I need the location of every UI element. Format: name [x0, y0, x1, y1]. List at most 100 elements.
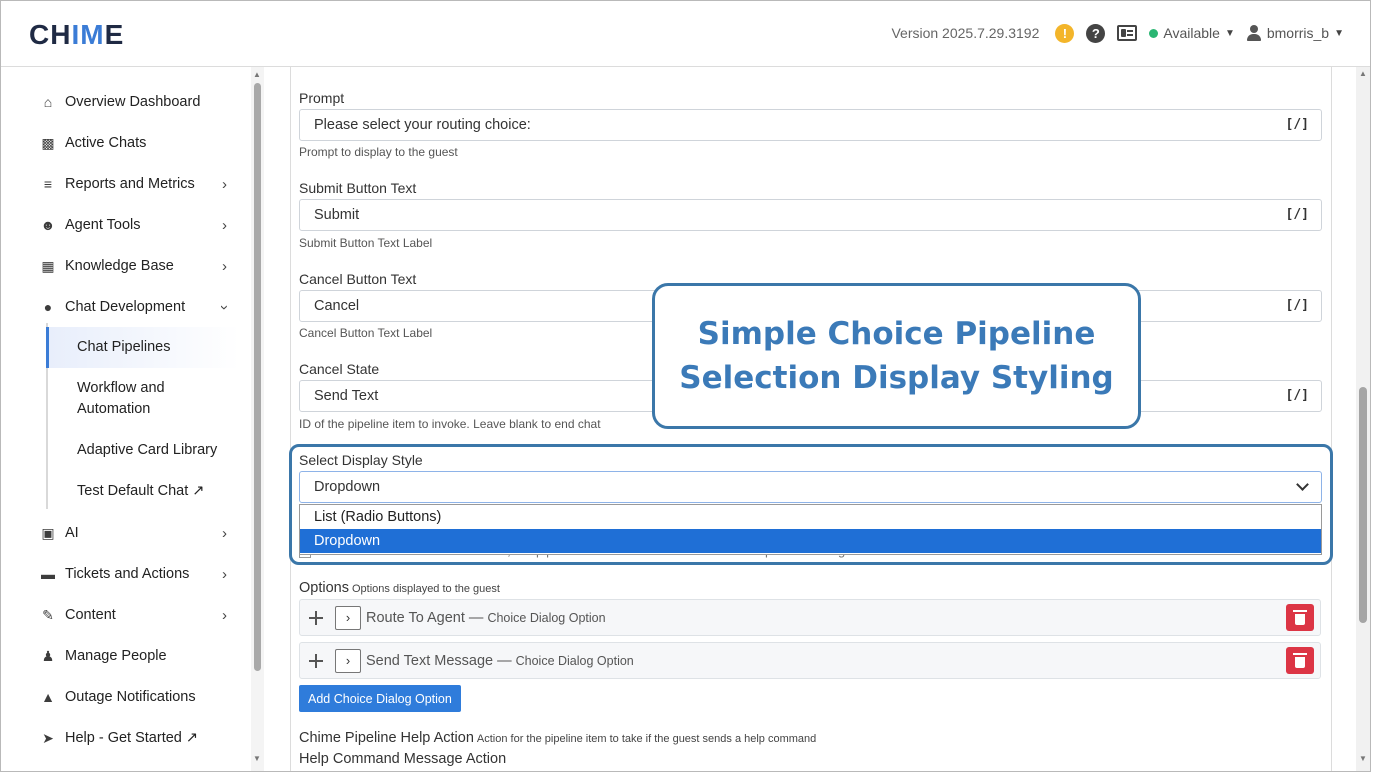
sidebar-item-workflow-automation[interactable]: Workflow and Automation — [77, 378, 237, 420]
chevron-right-icon: › — [222, 217, 227, 234]
sidebar-item-adaptive-card-library[interactable]: Adaptive Card Library — [77, 440, 237, 461]
token-button[interactable]: [/] — [1286, 117, 1309, 132]
sidebar-item-tickets-actions[interactable]: ▬ Tickets and Actions › — [39, 559, 239, 589]
trash-icon — [1293, 609, 1307, 625]
sidebar-item-ai[interactable]: ▣ AI › — [39, 518, 239, 548]
scroll-down-icon[interactable]: ▼ — [1359, 754, 1367, 763]
sidebar-item-label: Outage Notifications — [65, 689, 196, 705]
add-choice-option-button[interactable]: Add Choice Dialog Option — [299, 685, 461, 712]
ticket-icon: ▬ — [41, 566, 55, 582]
submit-input[interactable]: Submit [/] — [299, 199, 1322, 231]
sidebar-item-reports[interactable]: ≡ Reports and Metrics › — [39, 169, 239, 199]
main-scrollbar[interactable]: ▲ ▼ — [1356, 67, 1370, 771]
prompt-help: Prompt to display to the guest — [299, 145, 458, 159]
help-action-help: Action for the pipeline item to take if … — [476, 733, 817, 745]
chevron-right-icon: › — [222, 525, 227, 542]
top-header: CHIME Version 2025.7.29.3192 ! ? Availab… — [1, 1, 1370, 67]
callout-box: Simple Choice Pipeline Selection Display … — [652, 283, 1141, 429]
active-indicator — [46, 327, 49, 368]
sidebar-item-help-get-started[interactable]: ➤ Help - Get Started ↗ — [39, 723, 239, 753]
logo-text: CH — [29, 19, 72, 50]
cancel-state-label: Cancel State — [299, 361, 380, 377]
logo-text-end: E — [104, 19, 125, 50]
sidebar-item-test-default-chat[interactable]: Test Default Chat ↗ — [77, 481, 237, 502]
chart-icon: ≡ — [43, 176, 53, 192]
sidebar-item-manage-people[interactable]: ♟ Manage People — [39, 641, 239, 671]
prompt-input[interactable]: Please select your routing choice: [/] — [299, 109, 1322, 141]
option-subtitle: Choice Dialog Option — [515, 653, 634, 668]
option-subtitle: Choice Dialog Option — [487, 610, 606, 625]
warning-icon[interactable]: ! — [1055, 23, 1075, 43]
scroll-down-icon[interactable]: ▼ — [253, 754, 261, 763]
sidebar-item-overview-dashboard[interactable]: ⌂ Overview Dashboard — [39, 87, 239, 117]
token-button[interactable]: [/] — [1286, 388, 1309, 403]
option-row: › Route To Agent — Choice Dialog Option — [299, 599, 1321, 636]
sidebar-item-label: Content — [65, 607, 116, 623]
highlight-box — [289, 444, 1333, 565]
edit-icon: ✎ — [42, 606, 54, 623]
prompt-value: Please select your routing choice: — [314, 117, 531, 133]
id-card-icon[interactable] — [1117, 25, 1138, 41]
availability-dropdown[interactable]: Available ▼ — [1149, 25, 1235, 41]
expand-button[interactable]: › — [335, 605, 361, 630]
options-help: Options displayed to the guest — [351, 583, 500, 595]
drag-handle-icon[interactable] — [309, 653, 323, 668]
callout-text: Simple Choice Pipeline Selection Display … — [679, 312, 1113, 400]
sidebar-item-agent-tools[interactable]: ☻ Agent Tools › — [39, 210, 239, 240]
sidebar-item-label: Manage People — [65, 648, 167, 664]
sidebar-item-label: Adaptive Card Library — [77, 442, 218, 458]
sidebar-item-label: Chat Development — [65, 299, 186, 315]
sidebar-item-label: Agent Tools — [65, 217, 141, 233]
chevron-down-icon: › — [216, 305, 233, 310]
sidebar-item-label: Overview Dashboard — [65, 94, 201, 110]
sidebar-item-label: AI — [65, 525, 79, 541]
version-label: Version 2025.7.29.3192 — [891, 25, 1040, 41]
sidebar-item-knowledge-base[interactable]: ▦ Knowledge Base › — [39, 251, 239, 281]
sidebar-item-label: Test Default Chat ↗ — [77, 483, 205, 499]
chats-icon: ▩ — [41, 134, 55, 151]
help-message-label: Help Command Message Action — [299, 751, 507, 767]
sidebar-item-label: Workflow and Automation — [77, 380, 165, 417]
expand-button[interactable]: › — [335, 648, 361, 673]
app-window: CHIME Version 2025.7.29.3192 ! ? Availab… — [0, 0, 1371, 772]
chevron-right-icon: › — [222, 176, 227, 193]
drag-handle-icon[interactable] — [309, 610, 323, 625]
scrollbar-thumb[interactable] — [254, 83, 261, 671]
cancel-label: Cancel Button Text — [299, 271, 417, 287]
option-row: › Send Text Message — Choice Dialog Opti… — [299, 642, 1321, 679]
users-icon: ☻ — [40, 217, 56, 233]
help-icon[interactable]: ? — [1086, 23, 1106, 43]
scrollbar-thumb[interactable] — [1359, 387, 1367, 623]
token-button[interactable]: [/] — [1286, 207, 1309, 222]
cancel-state-help: ID of the pipeline item to invoke. Leave… — [299, 417, 601, 431]
scroll-up-icon[interactable]: ▲ — [1359, 69, 1367, 78]
cancel-help: Cancel Button Text Label — [299, 326, 433, 340]
option-title: Route To Agent — — [366, 609, 484, 626]
help-action-label: Chime Pipeline Help Action — [299, 730, 474, 746]
submit-label: Submit Button Text — [299, 180, 417, 196]
token-button[interactable]: [/] — [1286, 298, 1309, 313]
sidebar-item-active-chats[interactable]: ▩ Active Chats — [39, 128, 239, 158]
submit-value: Submit — [314, 207, 360, 223]
chevron-down-icon: ▼ — [1334, 27, 1344, 39]
cancel-state-value: Send Text — [314, 388, 379, 404]
chime-logo[interactable]: CHIME — [29, 19, 124, 51]
sidebar-nav: ⌂ Overview Dashboard ▩ Active Chats ≡ Re… — [1, 67, 251, 771]
submit-help: Submit Button Text Label — [299, 236, 433, 250]
sidebar-item-chat-pipelines[interactable]: Chat Pipelines — [49, 327, 239, 368]
delete-button[interactable] — [1286, 647, 1314, 674]
sidebar-item-outage-notifications[interactable]: ▲ Outage Notifications — [39, 682, 239, 712]
sidebar-scrollbar[interactable]: ▲ ▼ — [251, 67, 264, 771]
rocket-icon: ➤ — [42, 729, 54, 746]
delete-button[interactable] — [1286, 604, 1314, 631]
warning-icon: ▲ — [41, 689, 55, 705]
scroll-up-icon[interactable]: ▲ — [253, 70, 261, 79]
book-icon: ▦ — [41, 257, 55, 274]
user-menu[interactable]: bmorris_b ▼ — [1246, 25, 1344, 41]
sidebar-item-chat-development[interactable]: ● Chat Development › — [39, 292, 239, 322]
user-icon — [1246, 25, 1261, 41]
comment-icon: ● — [43, 299, 53, 315]
callout-line2: Selection Display Styling — [679, 360, 1114, 396]
options-header: Options Options displayed to the guest — [299, 580, 500, 596]
sidebar-item-content[interactable]: ✎ Content › — [39, 600, 239, 630]
